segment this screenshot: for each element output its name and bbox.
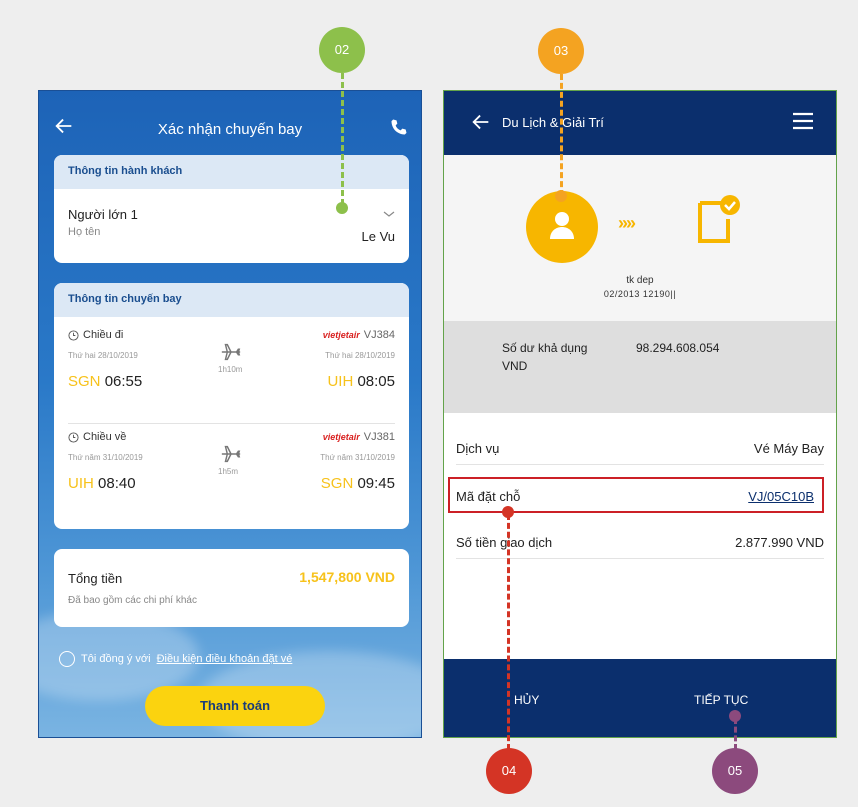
amount-value: 2.877.990 VND: [735, 535, 824, 550]
service-value: Vé Máy Bay: [753, 441, 824, 456]
annotation-line-02: [341, 73, 344, 205]
passenger-info-card: Thông tin hành khách Người lớn 1 Họ tên …: [54, 155, 409, 263]
balance-panel: Số dư khả dụng 98.294.608.054 VND: [444, 321, 836, 413]
departure-time: 08:40: [98, 475, 136, 492]
balance-label: Số dư khả dụng: [502, 341, 588, 355]
app-header: Du Lịch & Giải Trí: [444, 91, 836, 155]
chevron-down-icon[interactable]: [383, 209, 395, 219]
terms-link[interactable]: Điều kiện điều khoản đặt vé: [157, 653, 293, 665]
pay-button[interactable]: Thanh toán: [145, 686, 325, 726]
arrival-date: Thứ hai 28/10/2019: [325, 351, 395, 360]
app-header: Xác nhận chuyến bay: [39, 91, 421, 155]
arrival-airport: UIH: [327, 373, 354, 390]
booking-code-link[interactable]: VJ/05C10B: [748, 489, 814, 504]
continue-button[interactable]: TIẾP TỤC: [694, 693, 748, 707]
page-title: Du Lịch & Giải Trí: [502, 115, 604, 130]
arrival-time: 09:45: [357, 475, 395, 492]
flight-duration: 1h10m: [218, 365, 243, 374]
flight-info-card: Thông tin chuyến bay Chiều đi vietjetair…: [54, 283, 409, 529]
total-value: 1,547,800 VND: [299, 569, 395, 585]
annotation-badge-04: 04: [486, 748, 532, 794]
passenger-sublabel: Họ tên: [68, 226, 101, 238]
annotation-line-03: [560, 74, 563, 196]
terms-agreement: Tôi đồng ý với Điều kiện điều khoản đặt …: [59, 651, 292, 667]
annotation-badge-02: 02: [319, 27, 365, 73]
divider: [68, 423, 395, 424]
departure-date: Thứ hai 28/10/2019: [68, 351, 138, 360]
amount-label: Số tiền giao dịch: [456, 535, 553, 550]
segment-direction: Chiều đi: [83, 329, 124, 341]
annotation-dot-02: [336, 202, 348, 214]
flight-duration: 1h5m: [218, 467, 239, 476]
balance-value: 98.294.608.054: [636, 341, 720, 355]
balance-currency: VND: [502, 359, 528, 373]
departure-airport: UIH: [68, 475, 94, 492]
total-card: Tổng tiền 1,547,800 VND Đã bao gồm các c…: [54, 549, 409, 627]
terms-radio[interactable]: [59, 651, 75, 667]
back-arrow-icon[interactable]: [470, 111, 492, 133]
total-note: Đã bao gồm các chi phí khác: [68, 595, 197, 606]
account-name: tk dep: [626, 275, 654, 286]
arrival-time: 08:05: [357, 373, 395, 390]
payment-confirm-screen: Du Lịch & Giải Trí ›››› tk dep 02/2013 1…: [443, 90, 837, 738]
hamburger-menu-icon[interactable]: [792, 111, 814, 131]
airline-brand: vietjetair: [322, 330, 360, 340]
annotation-badge-05: 05: [712, 748, 758, 794]
departure-airport: SGN: [68, 373, 101, 390]
page-title: Xác nhận chuyến bay: [157, 121, 303, 138]
airplane-icon: [221, 343, 241, 361]
airplane-icon: [221, 445, 241, 463]
annotation-dot-03: [555, 190, 567, 202]
booking-code-label: Mã đặt chỗ: [456, 489, 521, 504]
phone-icon[interactable]: [389, 117, 409, 137]
action-bar: HỦY TIẾP TỤC: [444, 659, 836, 737]
service-row: Dịch vụ Vé Máy Bay: [456, 431, 824, 465]
segment-direction: Chiều về: [83, 431, 127, 443]
airline-brand: vietjetair: [322, 432, 360, 442]
arrival-airport: SGN: [320, 475, 354, 492]
clock-icon: [68, 431, 79, 443]
chevrons-right-icon: ››››: [618, 213, 636, 233]
flight-segment-outbound: Chiều đi vietjetair VJ384 Thứ hai 28/10/2…: [68, 329, 395, 419]
document-check-icon: [698, 195, 740, 243]
terms-prefix: Tôi đồng ý với: [81, 653, 151, 665]
flight-section-title: Thông tin chuyến bay: [54, 283, 409, 317]
departure-time: 06:55: [104, 373, 143, 390]
departure-date: Thứ năm 31/10/2019: [68, 453, 143, 462]
amount-row: Số tiền giao dịch 2.877.990 VND: [456, 525, 824, 559]
clock-icon: [68, 329, 79, 341]
account-summary: ›››› tk dep 02/2013 12190||: [444, 155, 836, 321]
annotation-line-04: [507, 514, 510, 750]
cancel-button[interactable]: HỦY: [514, 693, 539, 707]
passenger-name: Le Vu: [361, 229, 396, 244]
passenger-section-title: Thông tin hành khách: [54, 155, 409, 189]
flight-segment-return: Chiều về vietjetair VJ381 Thứ năm 31/10/2…: [68, 431, 395, 521]
service-label: Dịch vụ: [456, 441, 500, 456]
flight-number: VJ381: [363, 431, 395, 443]
annotation-badge-03: 03: [538, 28, 584, 74]
account-number: 02/2013 12190||: [603, 289, 677, 299]
arrival-date: Thứ năm 31/10/2019: [320, 453, 395, 462]
annotation-line-05: [734, 718, 737, 750]
total-label: Tổng tiền: [68, 571, 123, 586]
flight-confirmation-screen: Xác nhận chuyến bay Thông tin hành khách…: [38, 90, 422, 738]
flight-number: VJ384: [363, 329, 395, 341]
